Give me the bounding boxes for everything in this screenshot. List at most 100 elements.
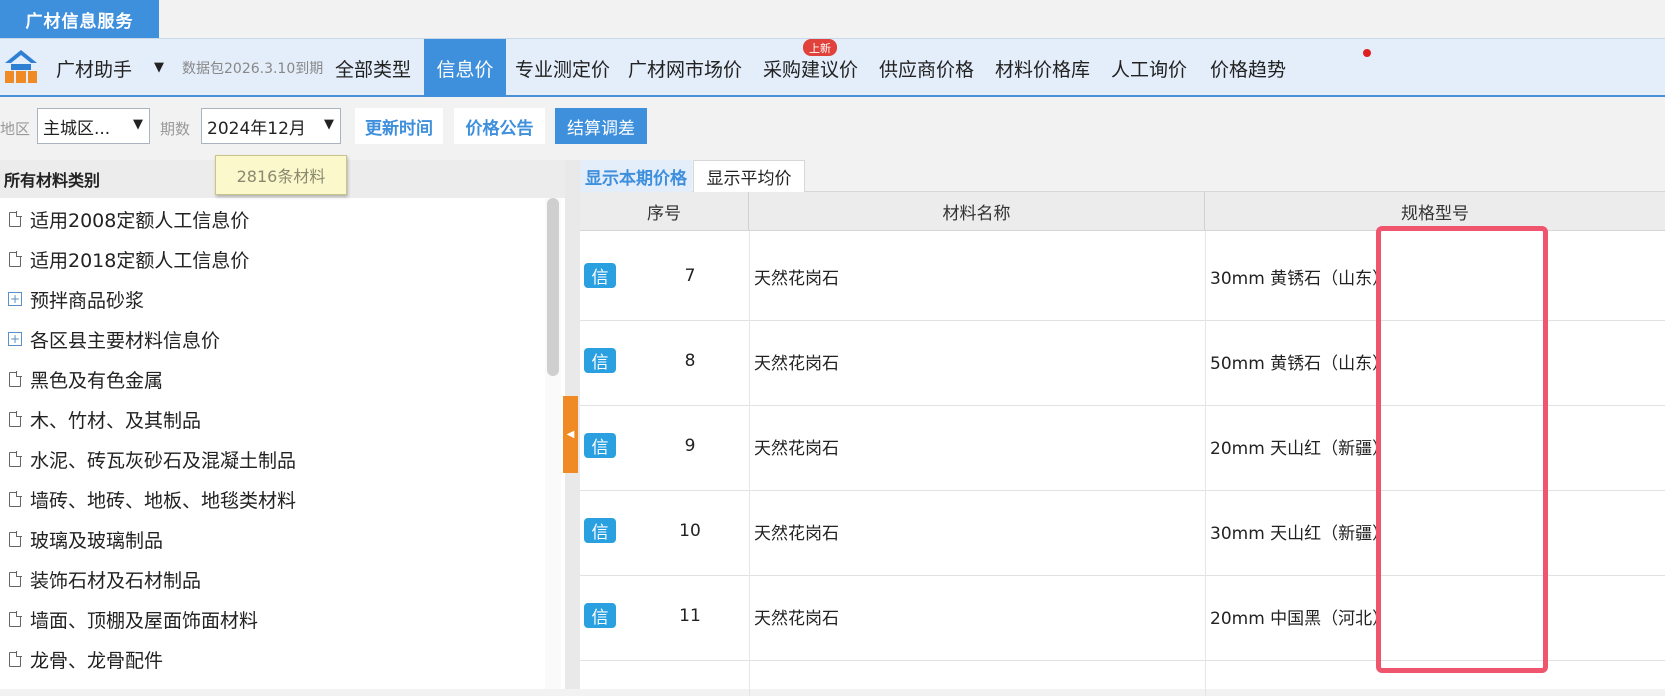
material-count-tooltip: 2816条材料 xyxy=(215,155,347,195)
nav-all-types[interactable]: 全部类型 xyxy=(335,39,411,97)
column-header-spec[interactable]: 规格型号 xyxy=(1205,192,1665,231)
cell-spec: 20mm 天山红（新疆） xyxy=(1210,438,1390,459)
table-row[interactable]: 信 8 天然花岗石 50mm 黄锈石（山东） xyxy=(580,316,1665,406)
document-icon xyxy=(9,250,22,267)
document-icon xyxy=(9,490,22,507)
notification-dot xyxy=(1363,49,1371,57)
tree-item[interactable]: 墙砖、地砖、地板、地毯类材料 xyxy=(0,478,296,520)
info-price-badge: 信 xyxy=(584,433,616,458)
document-icon xyxy=(9,530,22,547)
region-label: 地区 xyxy=(0,119,31,138)
nav-info-price[interactable]: 信息价 xyxy=(424,39,506,97)
tree-scrollbar-thumb[interactable] xyxy=(547,198,559,376)
tree-item[interactable]: 适用2008定额人工信息价 xyxy=(0,198,249,240)
region-select[interactable]: 主城区... ▼ xyxy=(37,108,150,144)
tree-item[interactable]: 龙骨、龙骨配件 xyxy=(0,638,163,680)
document-icon xyxy=(9,210,22,227)
expand-plus-icon[interactable]: + xyxy=(8,292,22,306)
region-select-value: 主城区... xyxy=(43,118,111,139)
package-expiry-note: 数据包2026.3.10到期 xyxy=(182,61,324,77)
cell-spec: 50mm 黄锈石（山东） xyxy=(1210,353,1390,374)
cell-material-name: 天然花岗石 xyxy=(754,353,839,374)
tree-item-label: 适用2008定额人工信息价 xyxy=(30,209,250,232)
nav-labor-inquiry[interactable]: 人工询价 xyxy=(1111,39,1187,97)
tab-average-price[interactable]: 显示平均价 xyxy=(693,160,805,192)
tree-item[interactable]: 墙面、顶棚及屋面饰面材料 xyxy=(0,598,258,640)
document-icon xyxy=(9,610,22,627)
nav-price-trend[interactable]: 价格趋势 xyxy=(1210,39,1286,97)
product-dropdown-caret-icon[interactable]: ▼ xyxy=(154,60,164,75)
cell-no: 11 xyxy=(679,606,701,626)
tree-item-label: 玻璃及玻璃制品 xyxy=(30,529,164,552)
tree-item-label: 墙面、顶棚及屋面饰面材料 xyxy=(30,609,259,632)
info-price-badge: 信 xyxy=(584,603,616,628)
collapse-left-arrow-icon[interactable]: ◀ xyxy=(563,396,578,473)
cell-no: 10 xyxy=(679,521,701,541)
tree-item-label: 各区县主要材料信息价 xyxy=(30,329,221,352)
chevron-down-icon[interactable]: ▼ xyxy=(324,117,334,132)
price-view-tabs: 显示本期价格 显示平均价 xyxy=(580,160,1665,192)
cell-spec: 20mm 中国黑（河北） xyxy=(1210,608,1390,629)
tree-item-label: 预拌商品砂浆 xyxy=(30,289,145,312)
period-select[interactable]: 2024年12月 ▼ xyxy=(201,108,341,144)
info-price-badge: 信 xyxy=(584,263,616,288)
column-header-no[interactable]: 序号 xyxy=(580,192,749,231)
cell-no: 7 xyxy=(684,266,696,286)
settlement-adjust-button[interactable]: 结算调差 xyxy=(555,108,647,144)
nav-supplier-price[interactable]: 供应商价格 xyxy=(879,39,974,97)
app-window-tab[interactable]: 广材信息服务 xyxy=(0,0,159,38)
table-header: 序号 材料名称 规格型号 xyxy=(580,192,1665,231)
tree-item[interactable]: 玻璃及玻璃制品 xyxy=(0,518,163,560)
filter-toolbar: 地区 主城区... ▼ 期数 2024年12月 ▼ 更新时间 价格公告 结算调差 xyxy=(0,99,1665,157)
price-notice-button[interactable]: 价格公告 xyxy=(454,108,545,144)
tree-item-label: 适用2018定额人工信息价 xyxy=(30,249,250,272)
period-label: 期数 xyxy=(160,119,191,138)
update-time-button[interactable]: 更新时间 xyxy=(355,108,443,144)
new-badge: 上新 xyxy=(803,39,837,56)
tree-item[interactable]: + 各区县主要材料信息价 xyxy=(0,318,220,360)
table-row[interactable]: 信 11 天然花岗石 20mm 中国黑（河北） xyxy=(580,571,1665,661)
cell-material-name: 天然花岗石 xyxy=(754,523,839,544)
info-price-badge: 信 xyxy=(584,348,616,373)
cell-material-name: 天然花岗石 xyxy=(754,438,839,459)
nav-professional-price[interactable]: 专业测定价 xyxy=(515,39,610,97)
document-icon xyxy=(9,570,22,587)
main-nav-bar: 广材助手 ▼ 数据包2026.3.10到期 全部类型 信息价 专业测定价 广材网… xyxy=(0,39,1665,97)
chevron-down-icon[interactable]: ▼ xyxy=(133,117,143,132)
tree-item-label: 水泥、砖瓦灰砂石及混凝土制品 xyxy=(30,449,297,472)
nav-material-price-library[interactable]: 材料价格库 xyxy=(995,39,1090,97)
tree-item[interactable]: + 预拌商品砂浆 xyxy=(0,278,144,320)
expand-plus-icon[interactable]: + xyxy=(8,332,22,346)
document-icon xyxy=(9,410,22,427)
tree-item[interactable]: 适用2018定额人工信息价 xyxy=(0,238,249,280)
tab-current-price[interactable]: 显示本期价格 xyxy=(580,160,692,192)
tree-item-label: 黑色及有色金属 xyxy=(30,369,164,392)
price-table-panel: 显示本期价格 显示平均价 序号 材料名称 规格型号 信 7 天然花岗石 30mm… xyxy=(580,160,1665,696)
period-select-value: 2024年12月 xyxy=(207,118,306,139)
cell-spec: 30mm 黄锈石（山东） xyxy=(1210,268,1390,289)
tree-item[interactable]: 木、竹材、及其制品 xyxy=(0,398,201,440)
table-row[interactable] xyxy=(580,656,1665,696)
table-row[interactable]: 信 10 天然花岗石 30mm 天山红（新疆） xyxy=(580,486,1665,576)
document-icon xyxy=(9,450,22,467)
nav-market-price[interactable]: 广材网市场价 xyxy=(628,39,742,97)
tree-item-label: 装饰石材及石材制品 xyxy=(30,569,202,592)
tree-item[interactable]: 黑色及有色金属 xyxy=(0,358,163,400)
cell-material-name: 天然花岗石 xyxy=(754,608,839,629)
tree-item[interactable]: 水泥、砖瓦灰砂石及混凝土制品 xyxy=(0,438,296,480)
table-row[interactable]: 信 7 天然花岗石 30mm 黄锈石（山东） xyxy=(580,231,1665,321)
app-logo-icon xyxy=(5,50,37,83)
tree-item-label: 木、竹材、及其制品 xyxy=(30,409,202,432)
document-icon xyxy=(9,370,22,387)
cell-material-name: 天然花岗石 xyxy=(754,268,839,289)
material-category-panel: 所有材料类别 适用2008定额人工信息价 适用2018定额人工信息价 + 预拌商… xyxy=(0,160,565,689)
tree-item-label: 墙砖、地砖、地板、地毯类材料 xyxy=(30,489,297,512)
cell-no: 8 xyxy=(684,351,696,371)
product-name[interactable]: 广材助手 xyxy=(56,39,132,97)
column-header-name[interactable]: 材料名称 xyxy=(749,192,1205,231)
tree-item[interactable]: 装饰石材及石材制品 xyxy=(0,558,201,600)
document-icon xyxy=(9,650,22,667)
table-row[interactable]: 信 9 天然花岗石 20mm 天山红（新疆） xyxy=(580,401,1665,491)
tree-item-label: 龙骨、龙骨配件 xyxy=(30,649,164,672)
cell-no: 9 xyxy=(684,436,696,456)
